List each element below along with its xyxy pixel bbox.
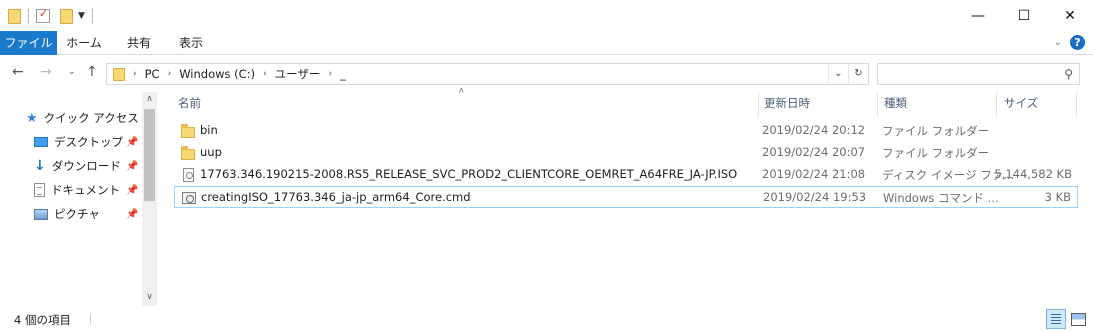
file-date: 2019/02/24 20:12 — [762, 123, 866, 137]
help-icon[interactable]: ? — [1070, 35, 1085, 50]
breadcrumb-label: ユーザー — [274, 67, 321, 81]
tab-view[interactable]: 表示 — [168, 31, 214, 55]
nav-pane-scrollbar[interactable]: ∧ ∨ — [142, 92, 157, 306]
breadcrumb-user[interactable]: › _ — [328, 67, 345, 81]
nav-item-pictures[interactable]: ピクチャ — [34, 203, 100, 225]
desktop-icon — [34, 137, 48, 147]
breadcrumb-drive[interactable]: › Windows (C:) — [168, 67, 255, 81]
customize-toolbar-dropdown-icon[interactable]: ▼ — [78, 11, 85, 21]
toolbar-separator — [28, 9, 29, 23]
scroll-up-icon[interactable]: ∧ — [142, 94, 157, 104]
new-folder-icon[interactable] — [60, 8, 73, 24]
star-icon: ★ — [26, 110, 38, 126]
tab-file[interactable]: ファイル — [0, 31, 57, 55]
toolbar-separator — [91, 9, 93, 23]
cmd-script-icon — [182, 192, 196, 204]
document-icon — [34, 183, 45, 197]
nav-item-label: デスクトップ — [54, 135, 123, 149]
file-row[interactable]: uup 2019/02/24 20:07 ファイル フォルダー — [174, 142, 1078, 164]
nav-item-desktop[interactable]: デスクトップ — [34, 131, 123, 153]
pin-icon[interactable]: 📌 — [126, 161, 138, 172]
nav-item-quick-access[interactable]: ★ クイック アクセス — [26, 107, 139, 129]
status-separator — [90, 313, 91, 325]
navigation-bar: ← → ⌄ ↑ › PC › Windows (C:) › ユーザー › _ ⌄ ↻ ⚲ — [0, 56, 1093, 92]
file-row-selected[interactable]: creatingISO_17763.346_ja-jp_arm64_Core.c… — [174, 186, 1078, 208]
nav-item-label: ドキュメント — [51, 183, 120, 197]
file-size: 5,144,582 KB — [994, 167, 1072, 181]
file-list: ∧ 名前 更新日時 種類 サイズ bin 2019/02/24 20:12 ファ… — [168, 86, 1083, 306]
pin-icon[interactable]: 📌 — [126, 137, 138, 148]
refresh-icon[interactable]: ↻ — [848, 64, 868, 84]
address-dropdown-icon[interactable]: ⌄ — [828, 64, 848, 84]
back-arrow-icon[interactable]: ← — [12, 64, 24, 80]
ribbon-tab-bar: ファイル ホーム 共有 表示 ⌄ ? — [0, 31, 1093, 55]
pin-icon[interactable]: 📌 — [126, 209, 138, 220]
file-row[interactable]: bin 2019/02/24 20:12 ファイル フォルダー — [174, 120, 1078, 142]
properties-icon[interactable] — [36, 7, 50, 23]
file-name: creatingISO_17763.346_ja-jp_arm64_Core.c… — [201, 190, 471, 204]
address-bar[interactable]: › PC › Windows (C:) › ユーザー › _ ⌄ ↻ — [106, 63, 869, 85]
pictures-icon — [34, 208, 48, 220]
recent-locations-chevron-icon[interactable]: ⌄ — [68, 67, 76, 77]
column-divider[interactable] — [996, 92, 997, 117]
maximize-button[interactable]: ☐ — [1001, 0, 1047, 31]
column-header-size[interactable]: サイズ — [1004, 92, 1074, 117]
up-arrow-icon[interactable]: ↑ — [86, 64, 98, 80]
nav-item-label: クイック アクセス — [43, 111, 139, 125]
search-icon: ⚲ — [1064, 67, 1073, 81]
scrollbar-thumb[interactable] — [144, 109, 155, 201]
scroll-down-icon[interactable]: ∨ — [142, 292, 157, 302]
close-button[interactable]: ✕ — [1047, 0, 1093, 31]
nav-item-downloads[interactable]: ↓ ダウンロード — [34, 155, 121, 177]
nav-item-label: ピクチャ — [54, 207, 100, 221]
search-input[interactable]: ⚲ — [877, 63, 1080, 85]
folder-icon — [181, 124, 195, 138]
expand-ribbon-icon[interactable]: ⌄ — [1054, 37, 1062, 48]
status-bar: 4 個の項目 — [0, 306, 1093, 331]
file-name: bin — [200, 123, 218, 137]
disc-image-icon — [183, 168, 194, 182]
column-divider[interactable] — [877, 92, 878, 117]
column-header-date[interactable]: 更新日時 — [764, 92, 874, 117]
file-name: 17763.346.190215-2008.RS5_RELEASE_SVC_PR… — [200, 167, 738, 181]
breadcrumb-label: Windows (C:) — [179, 67, 256, 81]
folder-icon — [8, 8, 21, 24]
tab-share[interactable]: 共有 — [116, 31, 162, 55]
file-date: 2019/02/24 21:08 — [762, 167, 866, 181]
download-icon: ↓ — [34, 158, 46, 174]
large-icons-view-icon[interactable] — [1068, 309, 1088, 329]
folder-icon — [113, 67, 125, 81]
column-header-type[interactable]: 種類 — [884, 92, 994, 117]
column-divider[interactable] — [758, 92, 759, 117]
file-size: 3 KB — [1044, 190, 1071, 204]
pin-icon[interactable]: 📌 — [126, 185, 138, 196]
navigation-pane: ★ クイック アクセス デスクトップ 📌 ↓ ダウンロード 📌 ドキュメント 📌… — [0, 92, 160, 306]
quick-access-toolbar: ▼ — [8, 6, 98, 26]
forward-arrow-icon[interactable]: → — [40, 64, 52, 80]
file-date: 2019/02/24 19:53 — [763, 190, 867, 204]
breadcrumb-label: PC — [144, 67, 160, 81]
nav-item-documents[interactable]: ドキュメント — [34, 179, 120, 201]
folder-icon — [181, 146, 195, 160]
minimize-button[interactable]: — — [955, 0, 1001, 31]
column-divider[interactable] — [1076, 92, 1077, 117]
nav-item-label: ダウンロード — [51, 159, 121, 173]
breadcrumb-label: _ — [340, 67, 346, 81]
file-type: Windows コマンド ... — [883, 191, 999, 205]
title-bar: ▼ — ☐ ✕ — [0, 0, 1093, 31]
file-type: ファイル フォルダー — [882, 124, 990, 138]
details-view-icon[interactable] — [1046, 309, 1066, 329]
breadcrumb-users[interactable]: › ユーザー — [263, 66, 320, 82]
file-name: uup — [200, 145, 222, 159]
item-count: 4 個の項目 — [14, 313, 71, 327]
tab-home[interactable]: ホーム — [61, 31, 107, 55]
breadcrumb-pc[interactable]: › PC — [133, 67, 160, 81]
file-row[interactable]: 17763.346.190215-2008.RS5_RELEASE_SVC_PR… — [174, 164, 1078, 186]
column-header-name[interactable]: 名前 — [178, 92, 758, 117]
file-type: ファイル フォルダー — [882, 146, 990, 160]
file-date: 2019/02/24 20:07 — [762, 145, 866, 159]
